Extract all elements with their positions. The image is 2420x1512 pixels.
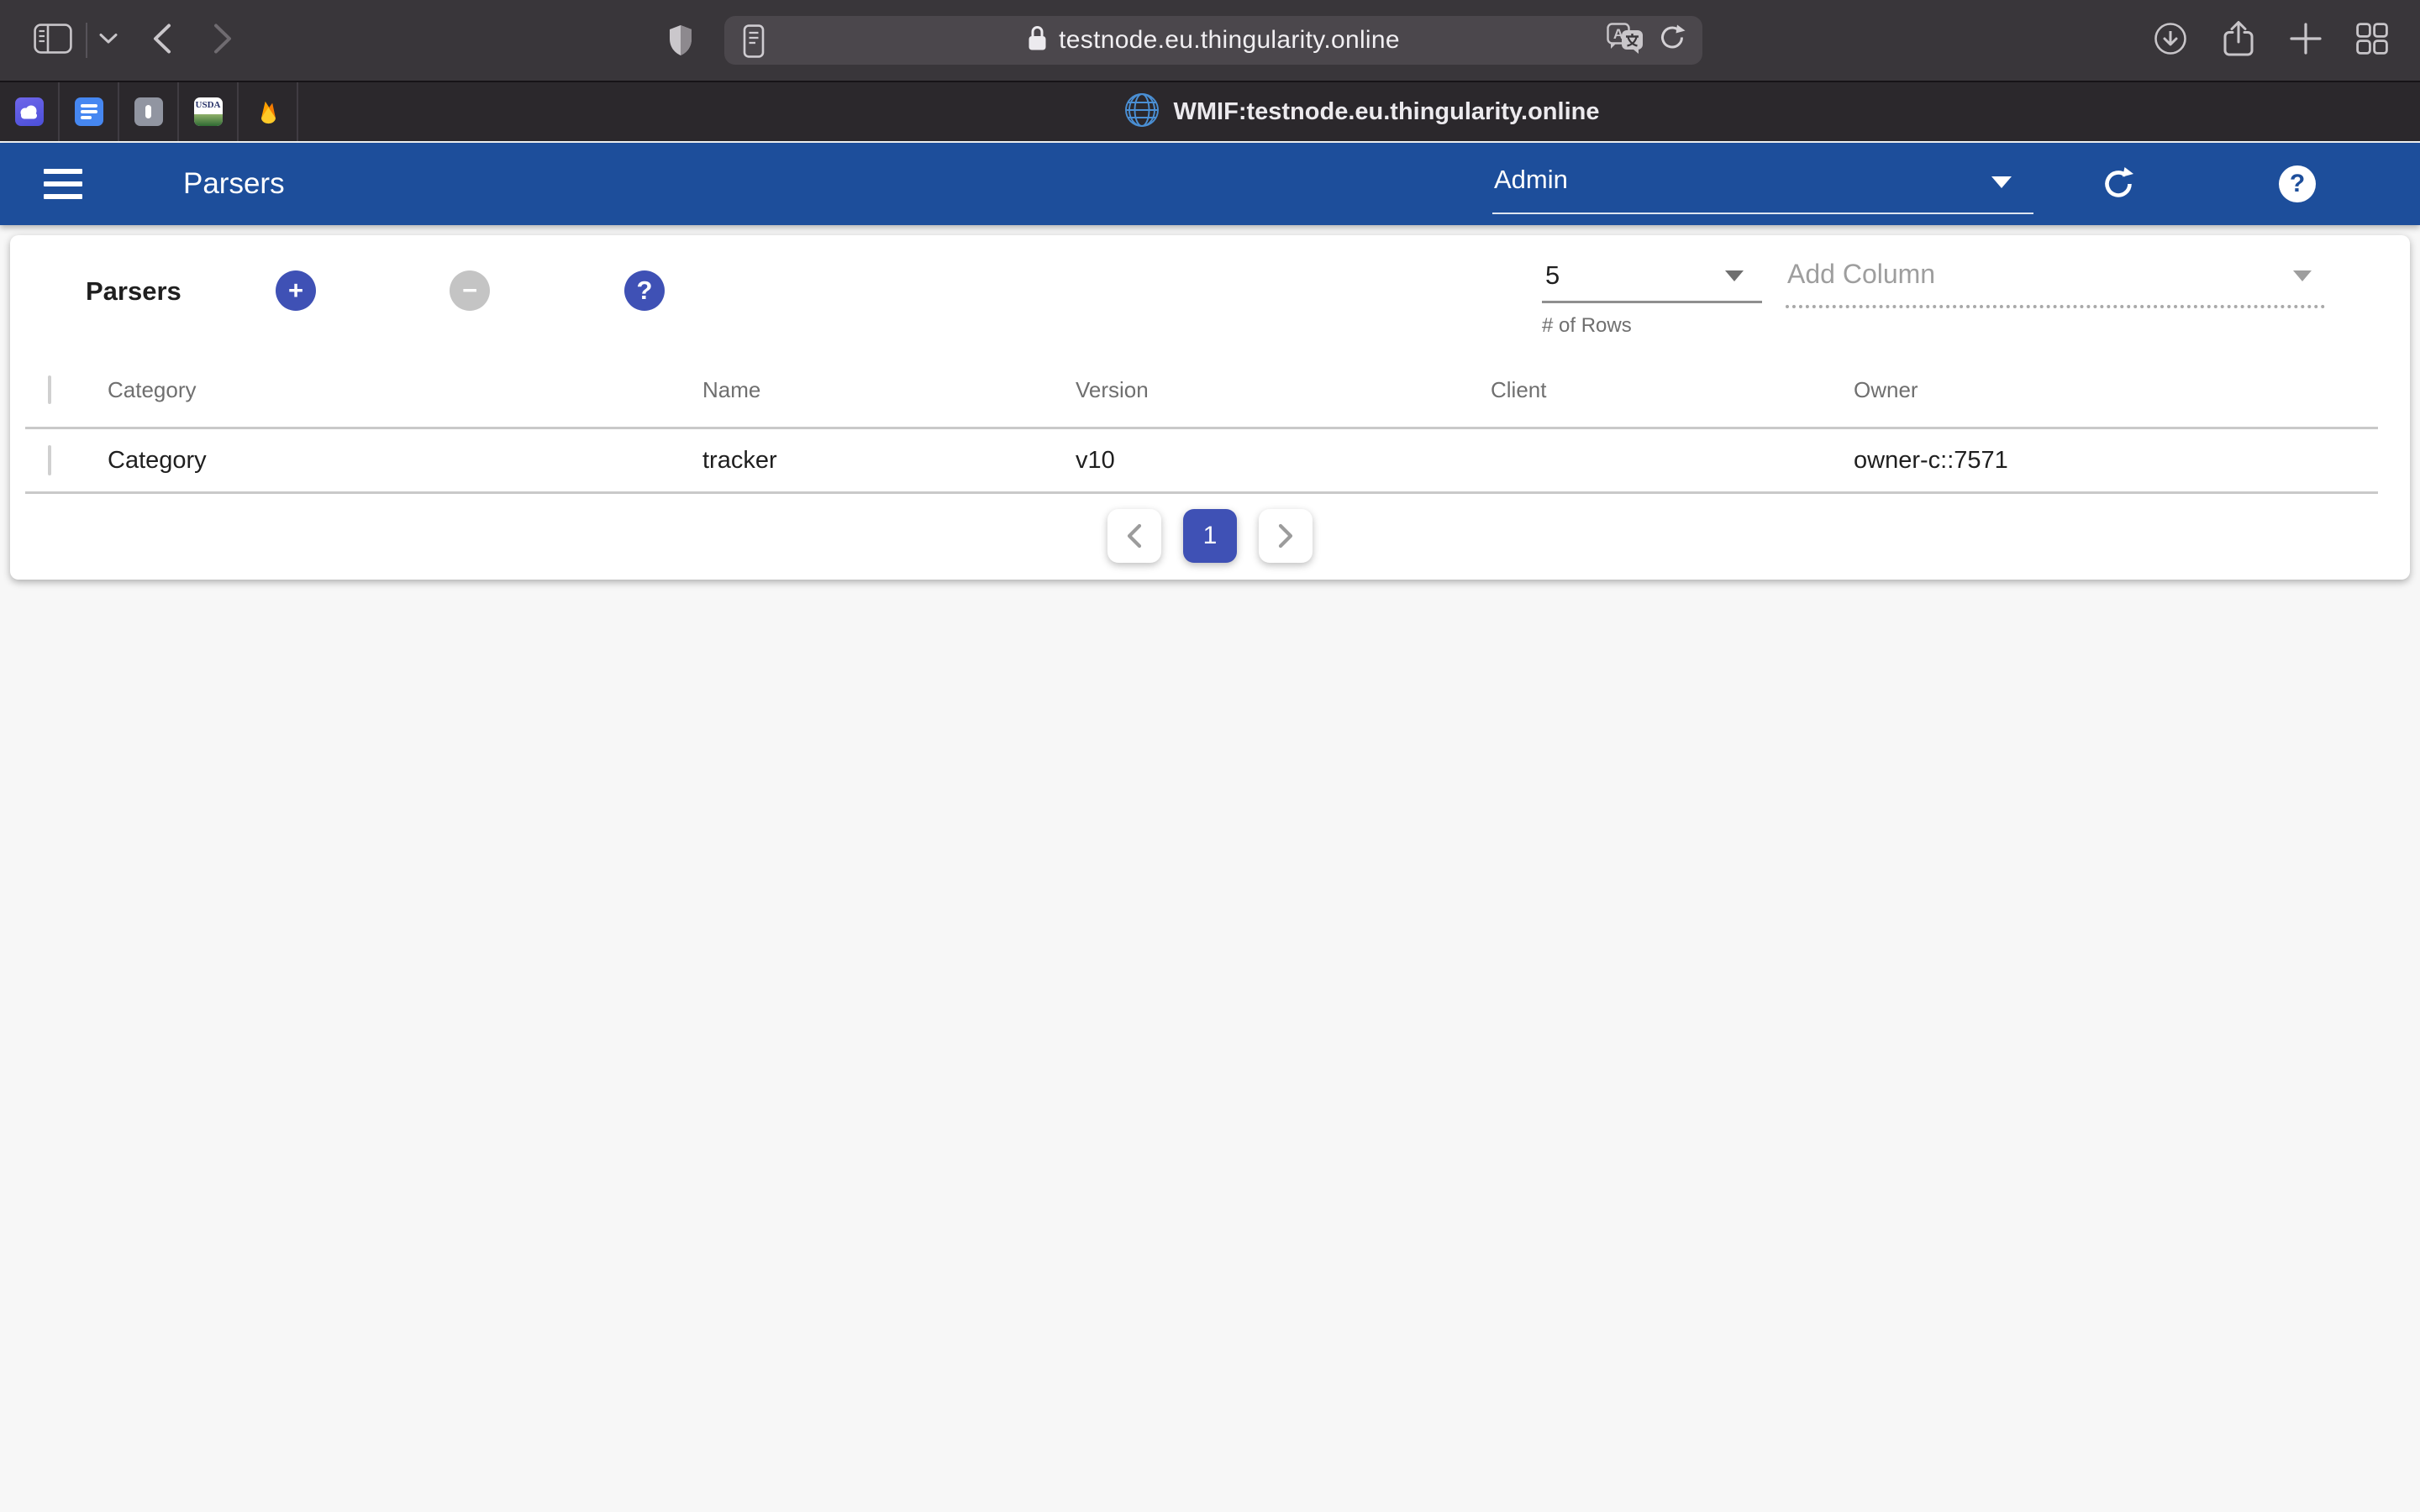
gray-pill-icon xyxy=(134,97,163,126)
usda-label: USDA xyxy=(194,100,223,110)
select-all-checkbox[interactable] xyxy=(48,375,51,404)
globe-icon xyxy=(1123,92,1160,133)
privacy-shield-icon[interactable] xyxy=(668,24,693,60)
panel-help-button[interactable]: ? xyxy=(624,270,665,311)
pinned-tabs: USDA xyxy=(0,82,298,141)
chevron-down-icon xyxy=(1725,270,1744,281)
firebase-flame-icon xyxy=(254,97,282,126)
usda-icon: USDA xyxy=(194,97,223,126)
panel-title: Parsers xyxy=(86,276,182,307)
sidebar-toggle-icon[interactable] xyxy=(34,24,72,58)
add-parser-button[interactable]: + xyxy=(276,270,316,311)
document-lines-icon xyxy=(75,97,103,126)
table-row[interactable]: Category tracker v10 owner-c::7571 xyxy=(25,427,2378,494)
pinned-tab-usda[interactable]: USDA xyxy=(179,82,239,141)
lock-icon xyxy=(1027,24,1048,56)
pagination: 1 xyxy=(10,509,2410,563)
rows-per-page-label: # of Rows xyxy=(1542,314,1632,338)
remove-parser-button[interactable]: − xyxy=(450,270,490,311)
cloud-icon xyxy=(15,97,44,126)
toolbar-divider xyxy=(86,23,87,58)
next-page-button[interactable] xyxy=(1259,509,1313,563)
parsers-table: Category Name Version Client Owner Categ… xyxy=(25,353,2378,494)
browser-toolbar: testnode.eu.thingularity.online A xyxy=(0,0,2420,81)
url-text: testnode.eu.thingularity.online xyxy=(1059,26,1400,55)
pinned-tab-info[interactable] xyxy=(119,82,179,141)
url-bar[interactable]: testnode.eu.thingularity.online A xyxy=(724,16,1702,65)
menu-hamburger-icon[interactable] xyxy=(44,169,82,199)
translate-icon[interactable]: A xyxy=(1607,23,1645,59)
tab-overview-icon[interactable] xyxy=(2356,23,2388,59)
previous-page-button[interactable] xyxy=(1107,509,1161,563)
account-role-value: Admin xyxy=(1494,165,1568,195)
add-column-placeholder: Add Column xyxy=(1787,259,1935,290)
cell-version: v10 xyxy=(1076,447,1491,475)
account-role-select[interactable]: Admin xyxy=(1492,143,2033,225)
column-header-version[interactable]: Version xyxy=(1076,377,1491,403)
cell-owner: owner-c::7571 xyxy=(1854,447,2378,475)
row-checkbox[interactable] xyxy=(48,445,51,475)
share-icon[interactable] xyxy=(2222,19,2255,62)
refresh-button[interactable] xyxy=(2099,165,2138,207)
rows-per-page-select[interactable]: 5 # of Rows xyxy=(1542,235,1762,344)
column-header-name[interactable]: Name xyxy=(702,377,1076,403)
page-number-button[interactable]: 1 xyxy=(1183,509,1237,563)
active-tab[interactable]: WMIF:testnode.eu.thingularity.online xyxy=(302,82,2420,141)
add-column-select[interactable]: Add Column xyxy=(1786,235,2325,319)
cell-category: Category xyxy=(108,447,702,475)
url-display: testnode.eu.thingularity.online xyxy=(724,16,1702,65)
page-reload-icon[interactable] xyxy=(1659,24,1687,58)
screen: testnode.eu.thingularity.online A xyxy=(0,0,2420,1512)
chevron-down-icon[interactable] xyxy=(99,33,118,49)
column-header-owner[interactable]: Owner xyxy=(1854,377,2378,403)
browser-nav-controls xyxy=(34,0,234,81)
browser-action-buttons xyxy=(2153,0,2388,81)
new-tab-icon[interactable] xyxy=(2289,22,2323,60)
tab-title: WMIF:testnode.eu.thingularity.online xyxy=(1174,98,1600,126)
pinned-tab-firebase[interactable] xyxy=(239,82,298,141)
page-title: Parsers xyxy=(183,143,285,225)
chevron-down-icon xyxy=(2293,270,2312,281)
cell-name: tracker xyxy=(702,447,1076,475)
pinned-tab-cloud[interactable] xyxy=(0,82,60,141)
pinned-tab-docs[interactable] xyxy=(60,82,119,141)
url-bar-actions: A xyxy=(1607,16,1687,65)
column-header-client[interactable]: Client xyxy=(1491,377,1854,403)
forward-button-icon[interactable] xyxy=(212,23,234,59)
help-button[interactable]: ? xyxy=(2279,165,2316,202)
column-header-category[interactable]: Category xyxy=(108,377,702,403)
downloads-icon[interactable] xyxy=(2153,21,2188,60)
rows-per-page-value: 5 xyxy=(1545,260,1560,291)
app-header: Parsers Admin ? xyxy=(0,143,2420,225)
tab-bar: USDA xyxy=(0,81,2420,141)
chevron-down-icon xyxy=(1991,176,2012,188)
table-header-row: Category Name Version Client Owner xyxy=(25,353,2378,427)
parsers-panel: Parsers + − ? 5 # of Rows Add Column Cat… xyxy=(10,235,2410,580)
back-button-icon[interactable] xyxy=(151,23,173,59)
